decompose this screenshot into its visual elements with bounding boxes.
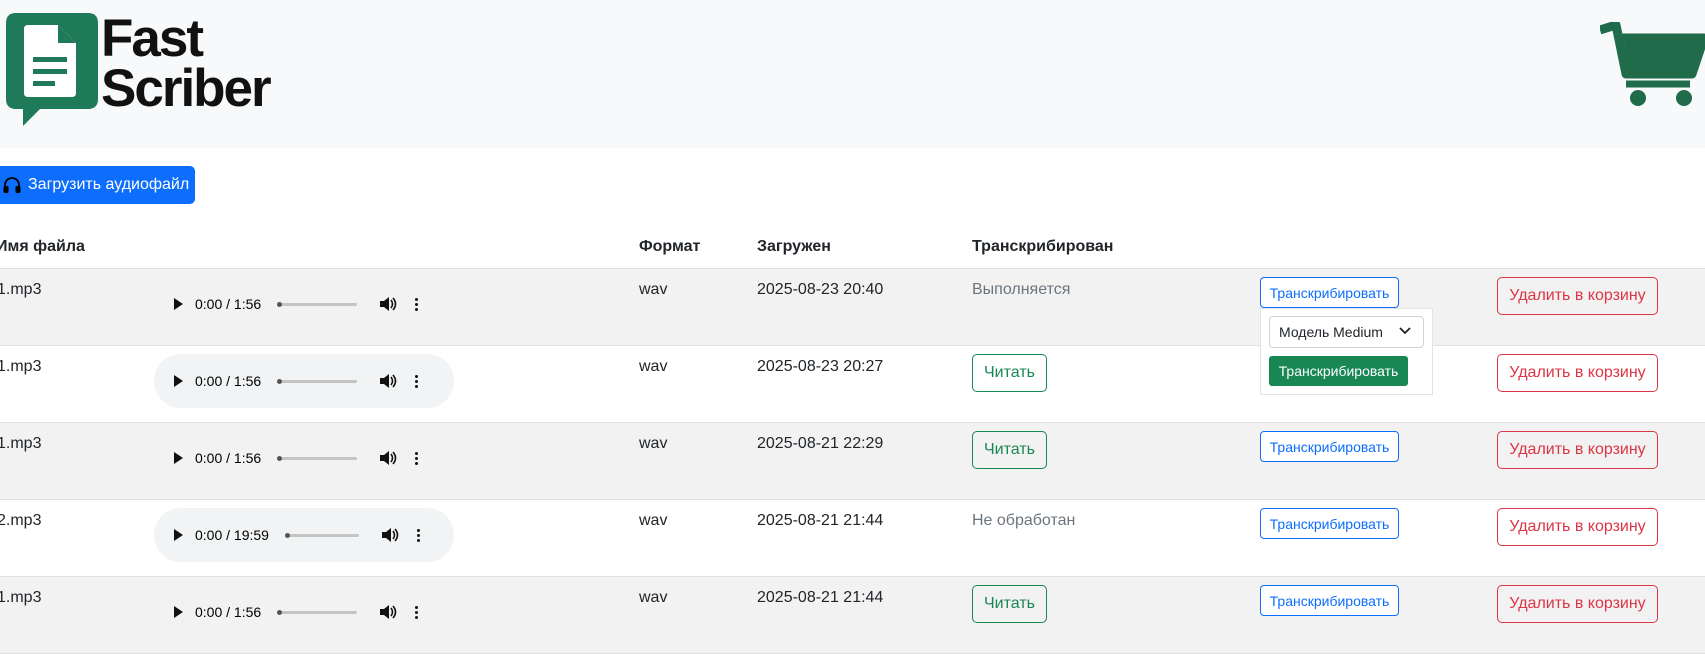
more-options-icon[interactable] (415, 374, 418, 388)
uploaded-date: 2025-08-21 22:29 (757, 435, 884, 452)
uploaded-date: 2025-08-23 20:40 (757, 281, 884, 298)
audio-player[interactable]: 0:00 / 1:56 (154, 585, 454, 639)
audio-player[interactable]: 0:00 / 1:56 (154, 431, 454, 485)
play-icon[interactable] (174, 529, 183, 541)
headphones-icon (3, 177, 21, 193)
seek-slider[interactable] (277, 301, 357, 307)
more-options-icon[interactable] (415, 297, 418, 311)
brand-line-1: Fast (101, 9, 204, 68)
read-button[interactable]: Читать (972, 354, 1047, 392)
play-icon[interactable] (174, 606, 183, 618)
audio-player[interactable]: 0:00 / 1:56 (154, 354, 454, 408)
transcribe-dropdown: Модель Medium Транскрибировать (1260, 308, 1433, 395)
file-name: 1.mp3 (0, 435, 42, 452)
table-row: 1.mp3 0:00 / 1:56 wav 2025-08-23 20:40 В… (0, 269, 1705, 346)
table-row: 2.mp3 0:00 / 19:59 wav 2025-08-21 21:44 … (0, 500, 1705, 577)
read-button[interactable]: Читать (972, 585, 1047, 623)
cart-icon[interactable] (1600, 22, 1705, 108)
volume-icon[interactable] (379, 373, 397, 389)
model-select-value: Модель Medium (1279, 324, 1383, 340)
player-time: 0:00 / 19:59 (195, 527, 269, 543)
file-name: 2.mp3 (0, 512, 42, 529)
seek-slider[interactable] (277, 455, 357, 461)
audio-player[interactable]: 0:00 / 1:56 (154, 277, 454, 331)
file-name: 1.mp3 (0, 589, 42, 606)
seek-slider[interactable] (277, 378, 357, 384)
file-format: wav (639, 589, 668, 606)
uploaded-date: 2025-08-23 20:27 (757, 358, 884, 375)
brand-line-2: Scriber (101, 59, 272, 118)
header-transcribed: Транскрибирован (972, 238, 1114, 255)
file-format: wav (639, 435, 668, 452)
brand-logo-text: Fast Scriber (101, 9, 272, 118)
file-format: wav (639, 281, 668, 298)
transcribe-submit-button[interactable]: Транскрибировать (1269, 356, 1408, 386)
player-time: 0:00 / 1:56 (195, 450, 262, 466)
more-options-icon[interactable] (415, 451, 418, 465)
seek-slider[interactable] (285, 532, 359, 538)
file-name: 1.mp3 (0, 281, 42, 298)
uploaded-date: 2025-08-21 21:44 (757, 589, 884, 606)
uploaded-date: 2025-08-21 21:44 (757, 512, 884, 529)
read-button[interactable]: Читать (972, 431, 1047, 469)
more-options-icon[interactable] (415, 605, 418, 619)
volume-icon[interactable] (379, 296, 397, 312)
more-options-icon[interactable] (417, 528, 420, 542)
delete-to-trash-button[interactable]: Удалить в корзину (1497, 508, 1658, 546)
play-icon[interactable] (174, 298, 183, 310)
file-name: 1.mp3 (0, 358, 42, 375)
volume-icon[interactable] (379, 450, 397, 466)
table-row: 1.mp3 0:00 / 1:56 wav 2025-08-23 20:27 Ч… (0, 346, 1705, 423)
seek-slider[interactable] (277, 609, 357, 615)
transcribe-button[interactable]: Транскрибировать (1260, 431, 1399, 462)
header: Fast Scriber (0, 0, 1705, 148)
play-icon[interactable] (174, 375, 183, 387)
header-file-name: Имя файла (0, 238, 85, 255)
file-format: wav (639, 358, 668, 375)
delete-to-trash-button[interactable]: Удалить в корзину (1497, 354, 1658, 392)
transcription-status: Выполняется (972, 281, 1071, 298)
play-icon[interactable] (174, 452, 183, 464)
transcribe-button[interactable]: Транскрибировать (1260, 585, 1399, 616)
upload-audio-label: Загрузить аудиофайл (28, 176, 190, 193)
transcribe-button[interactable]: Транскрибировать (1260, 277, 1399, 308)
header-format: Формат (639, 238, 701, 255)
chevron-down-icon (1399, 327, 1411, 335)
file-format: wav (639, 512, 668, 529)
volume-icon[interactable] (379, 604, 397, 620)
player-time: 0:00 / 1:56 (195, 373, 262, 389)
transcribe-button[interactable]: Транскрибировать (1260, 508, 1399, 539)
header-uploaded: Загружен (757, 238, 831, 255)
delete-to-trash-button[interactable]: Удалить в корзину (1497, 585, 1658, 623)
audio-player[interactable]: 0:00 / 19:59 (154, 508, 454, 562)
upload-audio-button[interactable]: Загрузить аудиофайл (0, 166, 195, 204)
volume-icon[interactable] (381, 527, 399, 543)
model-select[interactable]: Модель Medium (1269, 316, 1424, 348)
delete-to-trash-button[interactable]: Удалить в корзину (1497, 431, 1658, 469)
document-chat-icon (6, 13, 98, 126)
player-time: 0:00 / 1:56 (195, 296, 262, 312)
table-row: 1.mp3 0:00 / 1:56 wav 2025-08-21 22:29 Ч… (0, 423, 1705, 500)
transcription-status: Не обработан (972, 512, 1076, 529)
player-time: 0:00 / 1:56 (195, 604, 262, 620)
delete-to-trash-button[interactable]: Удалить в корзину (1497, 277, 1658, 315)
table-row: 1.mp3 0:00 / 1:56 wav 2025-08-21 21:44 Ч… (0, 577, 1705, 654)
